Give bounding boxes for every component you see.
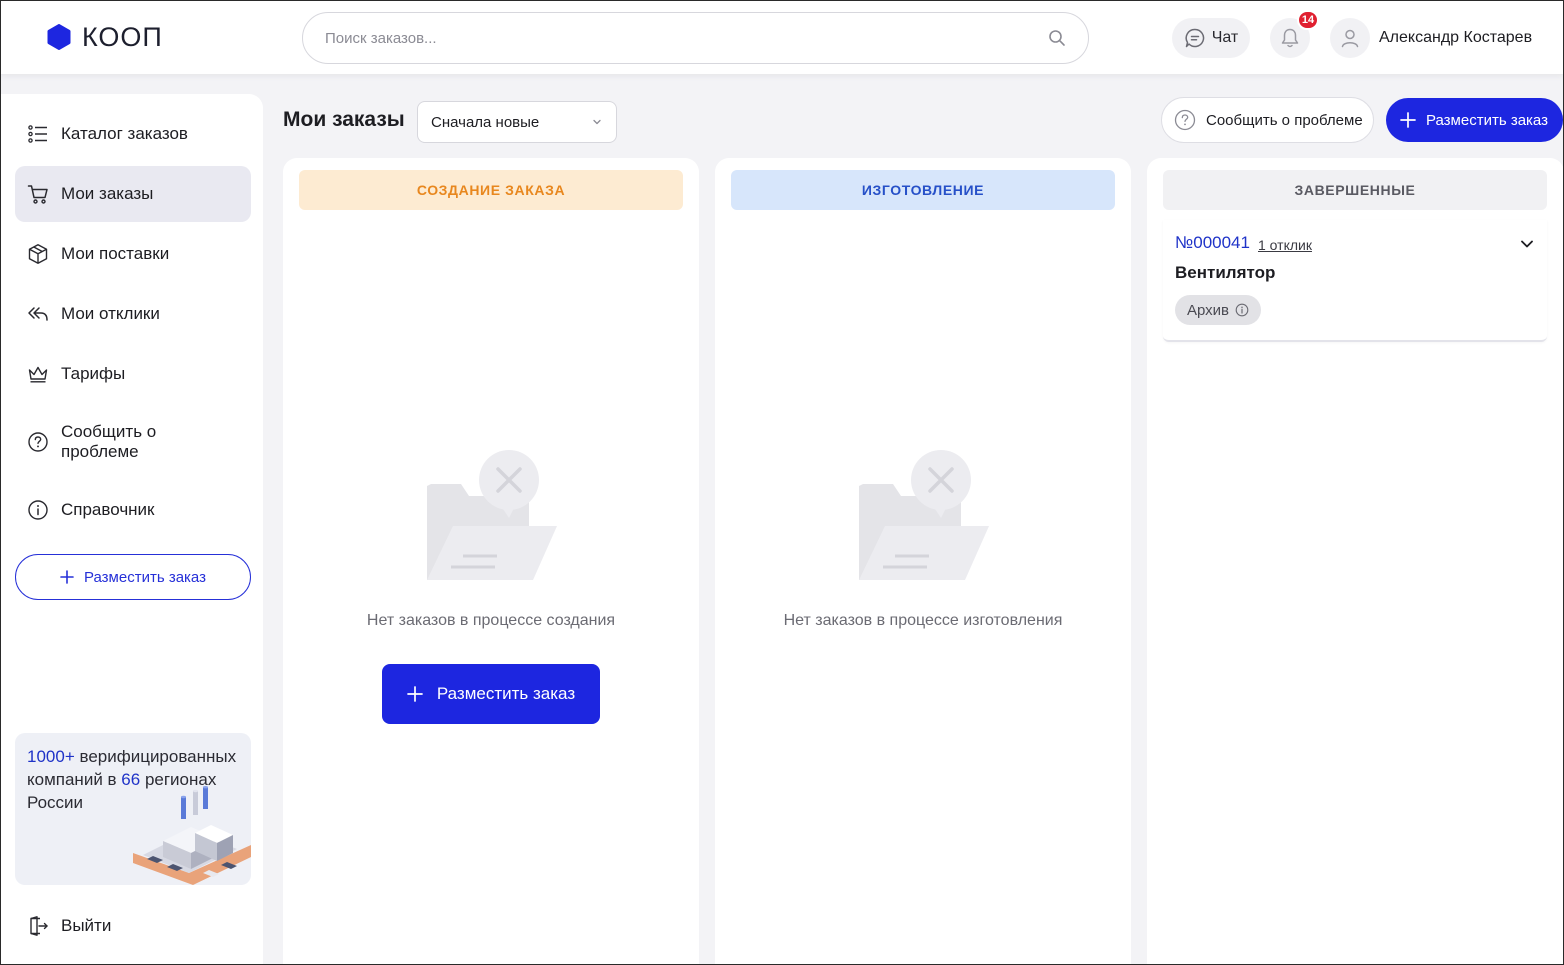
column-post-order-label: Разместить заказ	[436, 684, 576, 703]
sidebar-post-order-label: Разместить заказ	[84, 568, 206, 586]
logo[interactable]: КООП	[46, 22, 163, 52]
reply-all-icon	[28, 307, 48, 321]
info-icon	[28, 500, 48, 520]
empty-folder-icon	[427, 450, 557, 580]
plus-icon	[1400, 112, 1416, 128]
logout-label: Выйти	[61, 916, 112, 935]
sidebar-item-label: Мои отклики	[61, 304, 160, 323]
report-problem-label: Сообщить о проблеме	[1206, 111, 1363, 129]
plus-icon	[407, 686, 423, 702]
question-icon	[28, 432, 48, 452]
chat-bubble-icon	[1185, 28, 1204, 48]
order-number-link[interactable]: №000041	[1175, 233, 1250, 253]
empty-state: Нет заказов в процессе создания	[283, 450, 699, 630]
user-menu[interactable]: Александр Костарев	[1330, 18, 1532, 58]
logo-text: КООП	[82, 22, 163, 52]
empty-state: Нет заказов в процессе изготовления	[715, 450, 1131, 630]
column-creating: СОЗДАНИЕ ЗАКАЗА Нет заказов в процессе с…	[283, 158, 699, 965]
column-header-completed: ЗАВЕРШЕННЫЕ	[1163, 170, 1547, 210]
chat-button[interactable]: Чат	[1172, 18, 1250, 58]
promo-banner: 1000+ верифицированных компаний в 66 рег…	[15, 733, 251, 885]
chevron-down-icon	[593, 119, 601, 125]
question-icon	[1174, 109, 1196, 131]
search-bar[interactable]	[302, 12, 1089, 64]
info-icon[interactable]	[1235, 303, 1249, 317]
post-order-button[interactable]: Разместить заказ	[1386, 98, 1563, 142]
promo-count: 1000+	[27, 747, 75, 766]
logout-icon	[30, 916, 48, 936]
sidebar: Каталог заказов Мои заказы Мои поставки …	[0, 94, 263, 965]
post-order-label: Разместить заказ	[1426, 111, 1548, 129]
page-title: Мои заказы	[283, 108, 405, 131]
sidebar-item-label: Справочник	[61, 500, 155, 519]
sidebar-item-report-problem[interactable]: Сообщить о проблеме	[15, 414, 251, 470]
search-icon[interactable]	[1048, 29, 1066, 47]
crown-icon	[28, 366, 48, 383]
empty-folder-icon	[859, 450, 989, 580]
plus-icon	[60, 570, 74, 584]
sidebar-item-label: Тарифы	[61, 364, 126, 383]
logo-hexagon-icon	[47, 24, 71, 50]
promo-text: 1000+ верифицированных компаний в 66 рег…	[27, 745, 243, 814]
box-icon	[28, 244, 48, 264]
sidebar-item-label: Мои заказы	[61, 184, 154, 203]
notification-count-badge: 14	[1297, 10, 1319, 30]
column-post-order-button[interactable]: Разместить заказ	[382, 664, 600, 724]
top-header: КООП Чат 14 Александр Костарев	[0, 0, 1564, 74]
avatar	[1330, 18, 1370, 58]
status-badge: Архив	[1175, 295, 1262, 325]
column-completed: ЗАВЕРШЕННЫЕ №000041 1 отклик Вентилятор …	[1147, 158, 1564, 965]
sidebar-item-catalog[interactable]: Каталог заказов	[15, 106, 251, 162]
column-header-creating: СОЗДАНИЕ ЗАКАЗА	[299, 170, 683, 210]
sidebar-item-my-orders[interactable]: Мои заказы	[15, 166, 251, 222]
user-icon	[1341, 29, 1359, 48]
sidebar-item-my-supplies[interactable]: Мои поставки	[15, 226, 251, 282]
chat-label: Чат	[1211, 29, 1239, 46]
sort-select-value: Сначала новые	[431, 113, 540, 131]
sidebar-item-label: Сообщить о проблеме	[61, 422, 157, 461]
order-responses-link[interactable]: 1 отклик	[1258, 237, 1312, 253]
column-manufacturing: ИЗГОТОВЛЕНИЕ Нет заказов в процессе изго…	[715, 158, 1131, 965]
list-icon	[28, 125, 47, 143]
cart-icon	[27, 185, 48, 204]
order-card[interactable]: №000041 1 отклик Вентилятор Архив	[1163, 220, 1547, 342]
sidebar-item-label: Каталог заказов	[61, 124, 188, 143]
promo-regions: 66	[121, 770, 141, 789]
order-name: Вентилятор	[1175, 263, 1276, 282]
empty-state-text: Нет заказов в процессе создания	[366, 612, 616, 629]
report-problem-button[interactable]: Сообщить о проблеме	[1161, 97, 1374, 143]
logout-button[interactable]: Выйти	[15, 898, 251, 954]
empty-state-text: Нет заказов в процессе изготовления	[783, 612, 1063, 629]
status-badge-label: Архив	[1187, 301, 1230, 319]
sidebar-item-tariffs[interactable]: Тарифы	[15, 346, 251, 402]
sort-select[interactable]: Сначала новые	[417, 101, 617, 143]
sidebar-item-label: Мои поставки	[61, 244, 170, 263]
column-header-manufacturing: ИЗГОТОВЛЕНИЕ	[731, 170, 1115, 210]
sidebar-item-my-responses[interactable]: Мои отклики	[15, 286, 251, 342]
chevron-down-icon[interactable]	[1519, 236, 1535, 252]
sidebar-post-order-button[interactable]: Разместить заказ	[15, 554, 251, 600]
sidebar-item-reference[interactable]: Справочник	[15, 482, 251, 538]
user-name: Александр Костарев	[1379, 29, 1533, 46]
bell-icon	[1281, 28, 1299, 48]
search-input[interactable]	[325, 29, 1048, 47]
